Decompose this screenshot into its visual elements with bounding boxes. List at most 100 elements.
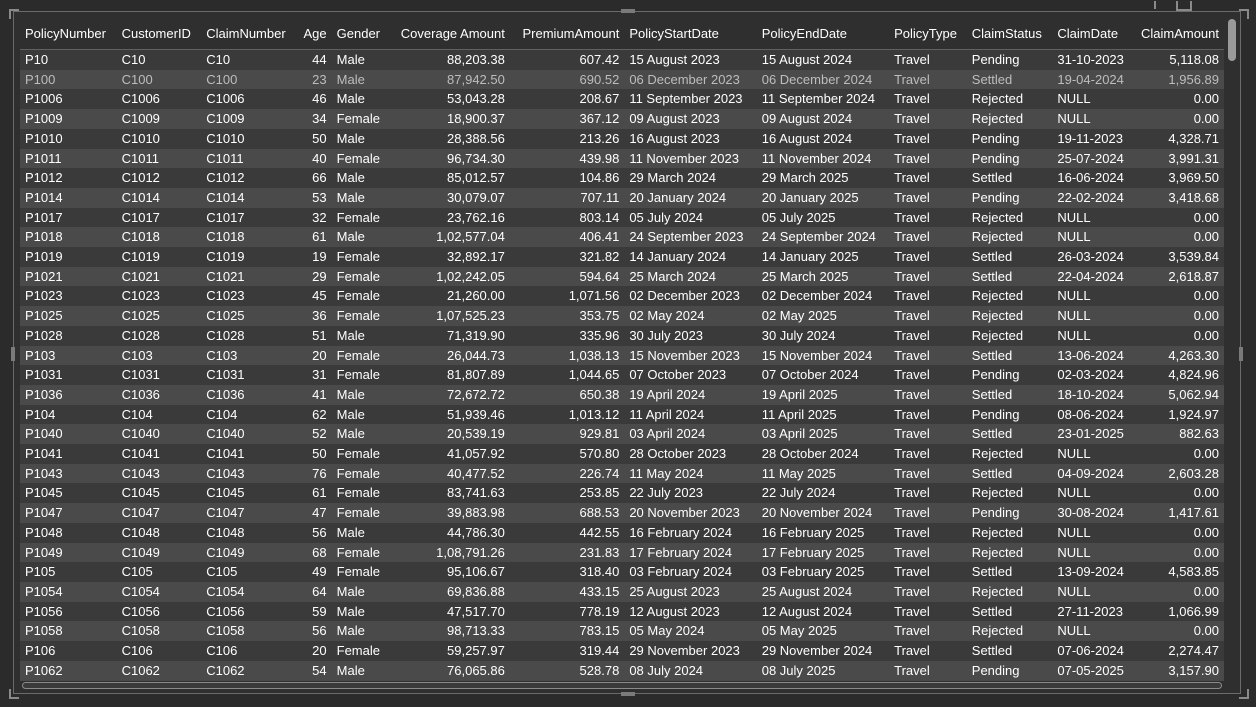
resize-corner-top-left[interactable] [9,9,19,19]
resize-handle-left[interactable] [11,347,15,361]
cell-customerid: C1028 [121,327,160,343]
column-header-claimstatus[interactable]: ClaimStatus [966,17,1053,50]
horizontal-scroll-thumb[interactable] [22,682,1222,689]
column-header-coverageamount[interactable]: Coverage Amount [388,17,510,50]
resize-corner-top-right[interactable] [1239,9,1249,19]
table-row[interactable]: P1054 C1054 C1054 64 Male 69,836.88 433.15 25 A… [20,581,1224,602]
cell-coverageamount: 81,807.89 [447,367,505,383]
resize-handle-bottom[interactable] [621,692,635,696]
table-row[interactable]: P1023 C1023 C1023 45 Female 21,260.00 1,071.56… [20,286,1224,307]
column-header-policyenddate[interactable]: PolicyEndDate [756,17,890,50]
column-header-policynumber[interactable]: PolicyNumber [20,17,117,50]
cell-policynumber: P1045 [25,485,63,501]
table-row[interactable]: P1019 C1019 C1019 19 Female 32,892.17 321.82 14… [20,247,1224,267]
table-row[interactable]: P1062 C1062 C1062 54 Male 76,065.86 528.78 08 J… [20,660,1224,681]
cell-policytype: Travel [894,623,930,639]
focus-mode-icon[interactable] [1176,1,1192,11]
cell-gender: Female [336,446,380,462]
cell-policytype: Travel [894,505,930,521]
column-header-customerid[interactable]: CustomerID [116,17,202,50]
cell-coverageamount: 47,517.70 [447,603,505,619]
cell-claimstatus: Settled [971,347,1013,363]
cell-premiumamount: 690.52 [579,71,620,87]
cell-customerid: C1062 [121,662,160,678]
cell-policyenddate: 16 February 2025 [761,524,865,540]
table-row[interactable]: P1018 C1018 C1018 61 Male 1,02,577.04 406.41 24… [20,227,1224,248]
cell-claimamount: 2,603.28 [1168,465,1219,481]
vertical-scroll-thumb[interactable] [1228,19,1236,61]
cell-premiumamount: 226.74 [579,465,620,481]
vertical-scrollbar[interactable] [1227,17,1237,685]
column-header-claimamount[interactable]: ClaimAmount [1134,17,1224,50]
cell-policystartdate: 07 October 2023 [629,367,727,383]
column-header-gender[interactable]: Gender [331,17,389,50]
pin-icon[interactable] [1150,1,1156,9]
column-header-claimnumber[interactable]: ClaimNumber [201,17,296,50]
table-row[interactable]: P1041 C1041 C1041 50 Female 41,057.92 570.80 28… [20,444,1224,464]
table-row[interactable]: P1014 C1014 C1014 53 Male 30,079.07 707.11 20 J… [20,187,1224,208]
cell-customerid: C1041 [121,446,160,462]
cell-policynumber: P1056 [25,603,63,619]
cell-claimnumber: C1019 [206,249,245,265]
column-header-policystartdate[interactable]: PolicyStartDate [624,17,757,50]
table-row[interactable]: P1028 C1028 C1028 51 Male 71,319.90 335.96 30 J… [20,325,1224,346]
column-header-age[interactable]: Age [295,17,332,50]
table-row[interactable]: P1031 C1031 C1031 31 Female 81,807.89 1,044.65… [20,365,1224,385]
cell-claimamount: 1,417.61 [1168,505,1219,521]
cell-gender: Male [336,229,365,245]
cell-policystartdate: 19 April 2024 [629,386,706,402]
cell-gender: Female [336,150,380,166]
cell-premiumamount: 570.80 [579,446,620,462]
table-row[interactable]: P1058 C1058 C1058 56 Male 98,713.33 783.15 05 M… [20,621,1224,642]
table-row[interactable]: P100 C100 C100 23 Male 87,942.50 690.52 06 Dece… [20,69,1224,90]
cell-policystartdate: 05 May 2024 [629,623,705,639]
table-row[interactable]: P103 C103 C103 20 Female 26,044.73 1,038.13 15 … [20,345,1224,366]
resize-handle-right[interactable] [1239,347,1243,361]
table-row[interactable]: P1017 C1017 C1017 32 Female 23,762.16 803.14 05… [20,207,1224,228]
cell-claimnumber: C1049 [206,544,245,560]
cell-claimstatus: Rejected [971,446,1024,462]
table-visual[interactable]: PolicyNumber CustomerID ClaimNumber Age Gend… [13,1,1241,694]
table-row[interactable]: P1040 C1040 C1040 52 Male 20,539.19 929.81 03 A… [20,424,1224,445]
cell-premiumamount: 1,071.56 [568,288,620,304]
cell-customerid: C1018 [121,229,160,245]
column-header-premiumamount[interactable]: PremiumAmount [509,17,625,50]
cell-policynumber: P1031 [25,367,63,383]
cell-claimamount: 3,539.84 [1168,249,1219,265]
cell-policynumber: P1036 [25,386,63,402]
table-row[interactable]: P106 C106 C106 20 Female 59,257.97 319.44 29 No… [20,641,1224,661]
table-row[interactable]: P1006 C1006 C1006 46 Male 53,043.28 208.67 11 S… [20,89,1224,110]
table-row[interactable]: P1021 C1021 C1021 29 Female 1,02,242.05 594.64… [20,266,1224,287]
table-row[interactable]: P1012 C1012 C1012 66 Male 85,012.57 104.86 29 M… [20,168,1224,188]
table-row[interactable]: P1010 C1010 C1010 50 Male 28,388.56 213.26 16 A… [20,128,1224,149]
table-row[interactable]: P1048 C1048 C1048 56 Male 44,786.30 442.55 16 F… [20,522,1224,543]
horizontal-scrollbar[interactable] [22,681,1222,690]
table-row[interactable]: P1056 C1056 C1056 59 Male 47,517.70 778.19 12 A… [20,601,1224,622]
cell-claimdate: NULL [1057,308,1091,324]
cell-premiumamount: 104.86 [579,170,620,186]
cell-claimnumber: C1018 [206,229,245,245]
table-row[interactable]: P1011 C1011 C1011 40 Female 96,734.30 439.98 11… [20,148,1224,169]
table-row[interactable]: P1025 C1025 C1025 36 Female 1,07,525.23 353.75… [20,306,1224,326]
cell-policytype: Travel [894,386,930,402]
table-row[interactable]: P1047 C1047 C1047 47 Female 39,883.98 688.53 20… [20,503,1224,523]
table-row[interactable]: P1043 C1043 C1043 76 Female 40,477.52 226.74 11… [20,463,1224,484]
cell-policynumber: P10 [25,52,49,67]
cell-coverageamount: 72,672.72 [447,386,505,402]
cell-claimnumber: C1062 [206,662,245,678]
table-row[interactable]: P1045 C1045 C1045 61 Female 83,741.63 253.85 22… [20,483,1224,504]
table-row[interactable]: P10 C10 C10 44 Male 88,203.38 607.42 15 August … [20,49,1224,70]
cell-claimdate: 22-04-2024 [1057,268,1124,284]
resize-corner-bottom-left[interactable] [9,689,19,699]
cell-coverageamount: 88,203.38 [447,52,505,67]
table-row[interactable]: P1009 C1009 C1009 34 Female 18,900.37 367.12 09… [20,109,1224,129]
cell-claimnumber: C1054 [206,583,245,599]
resize-corner-bottom-right[interactable] [1239,689,1249,699]
table-row[interactable]: P1036 C1036 C1036 41 Male 72,672.72 650.38 19 A… [20,384,1224,405]
table-row[interactable]: P105 C105 C105 49 Female 95,106.67 318.40 03 Fe… [20,562,1224,582]
table-row[interactable]: P104 C104 C104 62 Male 51,939.46 1,013.12 11 Ap… [20,404,1224,425]
column-header-claimdate[interactable]: ClaimDate [1052,17,1135,50]
column-header-policytype[interactable]: PolicyType [889,17,967,50]
resize-handle-top[interactable] [621,9,635,13]
table-row[interactable]: P1049 C1049 C1049 68 Female 1,08,791.26 231.83… [20,542,1224,563]
